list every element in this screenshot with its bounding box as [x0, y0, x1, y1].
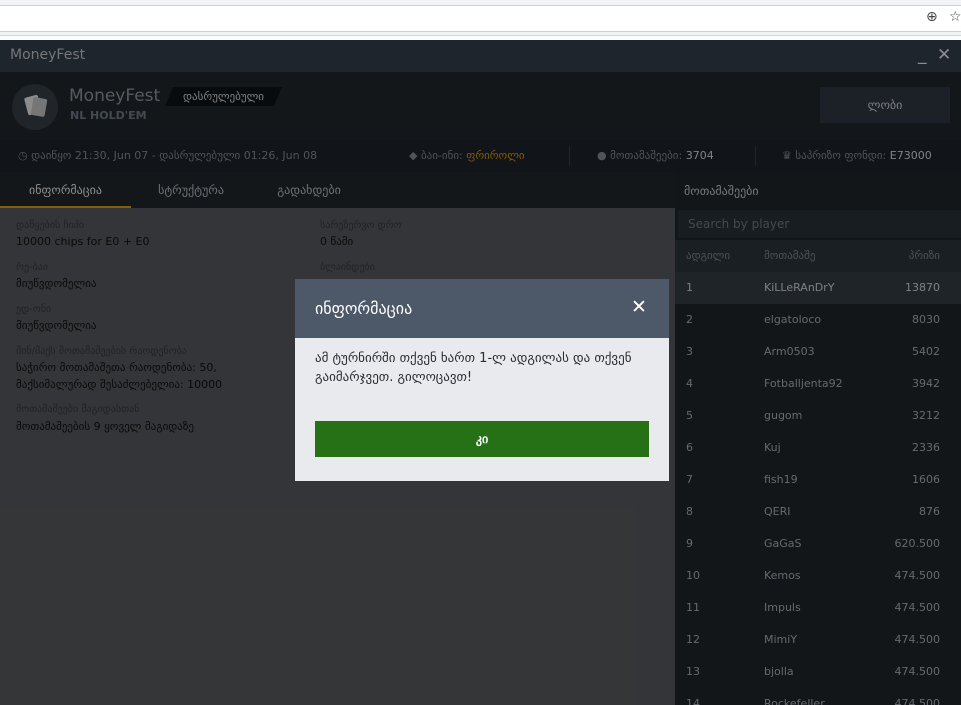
info-modal: ინფორმაცია ✕ ამ ტურნირში თქვენ ხართ 1-ლ …: [295, 279, 669, 481]
modal-title: ინფორმაცია: [315, 299, 413, 318]
address-bar[interactable]: [0, 5, 961, 32]
modal-message: ამ ტურნირში თქვენ ხართ 1-ლ ადგილას და თქ…: [315, 351, 632, 385]
browser-toolbar: ⊕ ☆: [0, 0, 961, 36]
star-icon[interactable]: ☆: [949, 9, 961, 25]
ok-button[interactable]: კი: [315, 421, 649, 457]
zoom-in-icon[interactable]: ⊕: [926, 9, 938, 25]
close-icon[interactable]: ✕: [631, 296, 647, 318]
screen: ⊕ ☆ MoneyFest _ ✕ MoneyFest NL HOLD'EM დ…: [0, 0, 961, 705]
modal-header: ინფორმაცია ✕: [295, 279, 669, 338]
